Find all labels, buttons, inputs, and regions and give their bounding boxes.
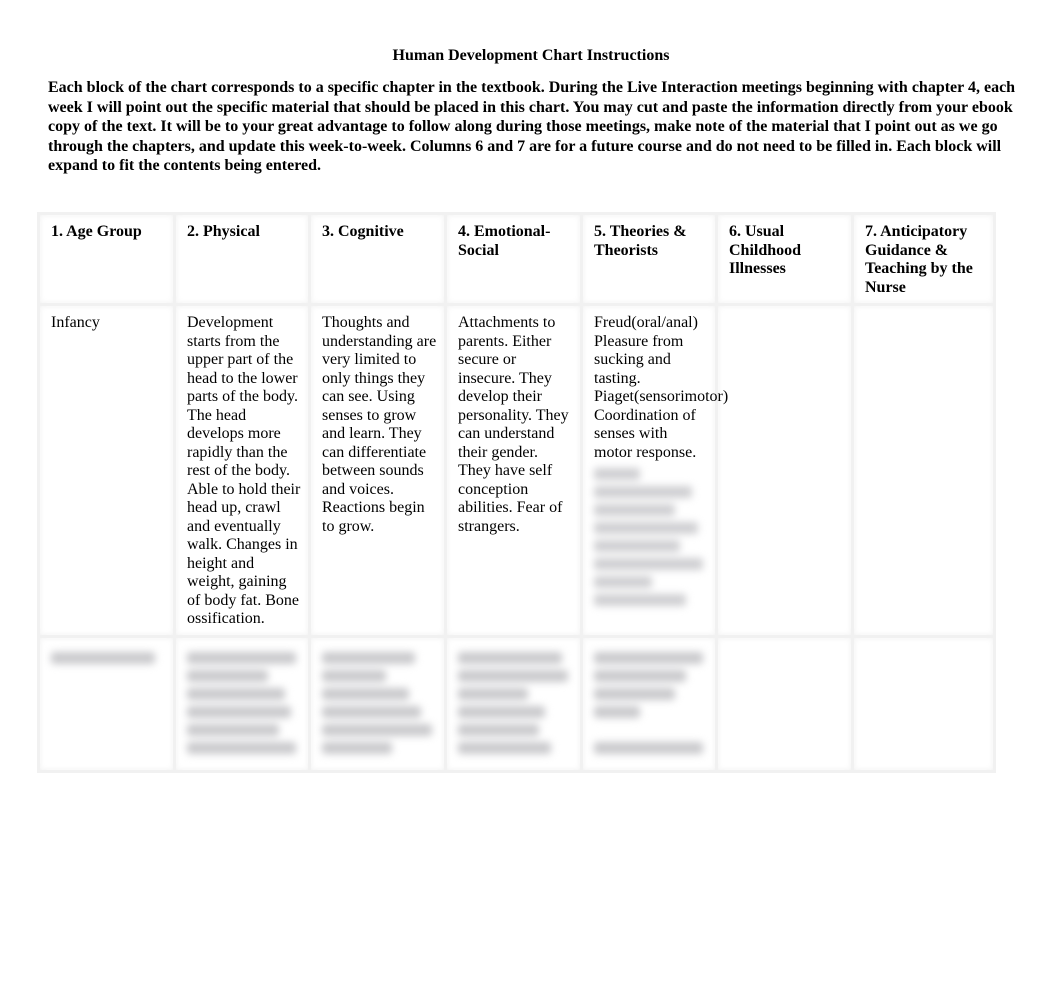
cell-physical[interactable] xyxy=(173,634,311,773)
cell-text: Attachments to parents. Either secure or… xyxy=(458,314,569,535)
blurred-content xyxy=(458,651,574,754)
header-cognitive: 3. Cognitive xyxy=(308,212,447,306)
cell-illnesses[interactable] xyxy=(715,303,854,638)
header-row: 1. Age Group 2. Physical 3. Cognitive 4.… xyxy=(37,212,996,306)
header-guidance: 7. Anticipatory Guidance & Teaching by t… xyxy=(851,212,996,306)
header-age-group: 1. Age Group xyxy=(37,212,176,306)
cell-cognitive[interactable]: Thoughts and understanding are very limi… xyxy=(308,303,447,638)
cell-age-group[interactable] xyxy=(37,634,176,773)
header-physical: 2. Physical xyxy=(173,212,311,306)
cell-cognitive[interactable] xyxy=(308,634,447,773)
development-chart: 1. Age Group 2. Physical 3. Cognitive 4.… xyxy=(37,212,996,773)
header-illnesses: 6. Usual Childhood Illnesses xyxy=(715,212,854,306)
cell-text: Infancy xyxy=(51,314,100,331)
cell-age-group[interactable]: Infancy xyxy=(37,303,176,638)
header-emotional-social: 4. Emotional-Social xyxy=(444,212,583,306)
cell-theories[interactable]: Freud(oral/anal) Pleasure from sucking a… xyxy=(580,303,728,638)
cell-guidance[interactable] xyxy=(851,634,996,773)
cell-text: Thoughts and understanding are very limi… xyxy=(322,314,437,535)
cell-text: Freud(oral/anal) Pleasure from sucking a… xyxy=(594,314,729,461)
cell-illnesses[interactable] xyxy=(715,634,854,773)
instructions-paragraph: Each block of the chart corresponds to a… xyxy=(48,79,1016,175)
cell-emotional-social[interactable]: Attachments to parents. Either secure or… xyxy=(444,303,583,638)
blurred-content xyxy=(187,651,302,754)
table-row: Infancy Development starts from the uppe… xyxy=(37,303,996,638)
blurred-content xyxy=(51,651,167,664)
document-title: Human Development Chart Instructions xyxy=(392,47,670,64)
cell-theories[interactable] xyxy=(580,634,718,773)
cell-physical[interactable]: Development starts from the upper part o… xyxy=(173,303,311,638)
blurred-content xyxy=(322,651,438,754)
blurred-content xyxy=(594,468,709,606)
blurred-content xyxy=(594,651,709,754)
header-theories: 5. Theories & Theorists xyxy=(580,212,718,306)
table-row xyxy=(37,634,996,773)
cell-emotional-social[interactable] xyxy=(444,634,583,773)
cell-text: Development starts from the upper part o… xyxy=(187,314,301,627)
cell-guidance[interactable] xyxy=(851,303,996,638)
